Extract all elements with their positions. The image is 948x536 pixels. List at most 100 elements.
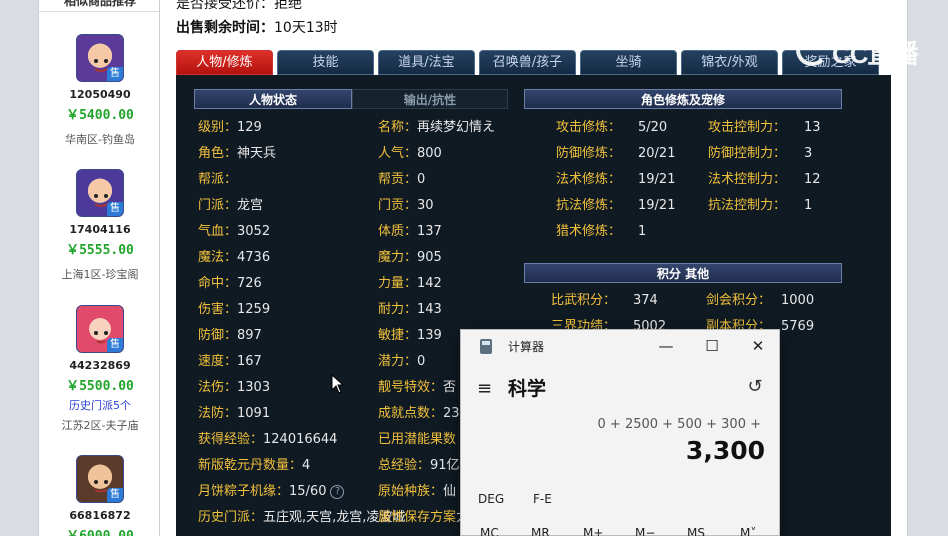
status-14-field: 新版乾元丹数量：4: [198, 457, 310, 475]
memory-recall-button[interactable]: MR: [531, 526, 550, 536]
help-icon[interactable]: ?: [330, 484, 345, 499]
memory-subtract-button[interactable]: M−: [635, 526, 655, 536]
calculator-window[interactable]: 计算器 — ☐ ✕ ≡ 科学 ↺ 0 + 2500 + 500 + 300 + …: [460, 329, 780, 536]
control-field: 法术控制力：: [708, 171, 786, 189]
memory-add-button[interactable]: M+: [583, 526, 603, 536]
points-value-2: 5769: [781, 319, 815, 334]
control-field: 攻击控制力：: [708, 119, 786, 137]
attr-3-label: 帮贡：: [378, 172, 418, 187]
seller-card[interactable]: 售 44232869 ￥5500.00 历史门派5个 江苏2区-夫子庙: [39, 305, 159, 433]
cc-live-watermark: CC直播: [796, 32, 920, 69]
points-label-2: 剑会积分：: [706, 293, 772, 308]
avatar[interactable]: 售: [76, 34, 124, 82]
seller-server: 江苏2区-夫子庙: [61, 419, 139, 432]
attr-14-field: 总经验：91亿: [378, 457, 460, 475]
status-9-value: 897: [237, 328, 262, 343]
cultivation-value-text: 20/21: [638, 146, 676, 161]
attr-15-value: 仙: [443, 484, 457, 499]
status-2-field: 角色：神天兵: [198, 145, 276, 163]
memory-store-button[interactable]: MS: [687, 526, 705, 536]
recommend-sidebar: 相似商品推荐 售 12050490 ￥5400.00 华南区-钓鱼岛 售 174…: [38, 0, 160, 536]
status-header[interactable]: 人物状态: [194, 89, 352, 109]
status-2-label: 角色：: [198, 146, 238, 161]
avatar[interactable]: 售: [76, 169, 124, 217]
control-field: 防御控制力：: [708, 145, 786, 163]
counter-offer-line: 是否接受还价：拒绝: [176, 0, 302, 12]
attr-11-value: 否: [443, 380, 457, 395]
attr-10-label: 潜力：: [378, 354, 418, 369]
seller-id: 17404116: [69, 223, 131, 236]
tab-skills[interactable]: 技能: [277, 50, 374, 75]
output-resist-header[interactable]: 输出/抗性: [352, 89, 508, 109]
status-3-label: 帮派：: [198, 172, 238, 187]
tab-character[interactable]: 人物/修炼: [176, 50, 273, 75]
menu-icon[interactable]: ≡: [477, 378, 492, 399]
calculator-title: 计算器: [508, 340, 545, 354]
seller-card[interactable]: 售 12050490 ￥5400.00 华南区-钓鱼岛: [39, 34, 159, 147]
attr-4-label: 门贡：: [378, 198, 418, 213]
attr-8-field: 耐力：143: [378, 301, 442, 319]
attr-7-value: 142: [417, 276, 442, 291]
cultivation-header: 角色修炼及宠修: [524, 89, 842, 109]
calculator-titlebar[interactable]: 计算器 — ☐ ✕: [461, 330, 781, 362]
calculator-mode-row: ≡ 科学 ↺: [461, 370, 781, 406]
maximize-button[interactable]: ☐: [697, 334, 727, 358]
memory-clear-button[interactable]: MC: [480, 526, 499, 536]
status-6-field: 魔法：4736: [198, 249, 270, 267]
cultivation-value: 19/21: [638, 171, 675, 189]
control-value: 12: [804, 171, 821, 189]
status-4-value: 龙宫: [237, 198, 264, 213]
status-14-value: 4: [302, 458, 311, 473]
fe-button[interactable]: F-E: [533, 492, 552, 506]
tab-outfits[interactable]: 锦衣/外观: [681, 50, 778, 75]
close-button[interactable]: ✕: [743, 334, 773, 358]
deg-button[interactable]: DEG: [478, 492, 504, 506]
status-5-label: 气血：: [198, 224, 238, 239]
tab-items[interactable]: 道具/法宝: [378, 50, 475, 75]
control-value: 13: [804, 119, 821, 137]
control-value-text: 12: [804, 172, 821, 187]
attr-8-value: 143: [417, 302, 442, 317]
history-icon[interactable]: ↺: [744, 376, 766, 398]
status-10-field: 速度：167: [198, 353, 262, 371]
cultivation-value-text: 19/21: [638, 172, 676, 187]
seller-server: 华南区-钓鱼岛: [65, 133, 135, 146]
cultivation-label: 猎术修炼：: [556, 224, 622, 239]
status-15-value: 15/60: [289, 484, 327, 499]
seller-card[interactable]: 售 66816872 ￥6000.00: [39, 455, 159, 536]
watermark-text: CC直播: [832, 39, 919, 69]
sold-badge: 售: [107, 67, 123, 81]
attr-3-field: 帮贡：0: [378, 171, 425, 189]
control-label: 抗法控制力：: [708, 198, 787, 213]
points-value: 374: [633, 293, 658, 308]
attr-15-field: 原始种族：仙: [378, 483, 456, 501]
seller-card[interactable]: 售 17404116 ￥5555.00 上海1区-珍宝阁: [39, 169, 159, 282]
attr-2-field: 人气：800: [378, 145, 442, 163]
status-5-field: 气血：3052: [198, 223, 270, 241]
attr-4-field: 门贡：30: [378, 197, 434, 215]
points-value-2-field: 5769: [781, 318, 814, 336]
control-value-text: 3: [804, 146, 813, 161]
attr-6-field: 魔力：905: [378, 249, 442, 267]
status-12-value: 1091: [237, 406, 271, 421]
tab-pets[interactable]: 召唤兽/孩子: [479, 50, 576, 75]
attr-5-field: 体质：137: [378, 223, 442, 241]
attr-14-label: 总经验：: [378, 458, 431, 473]
avatar[interactable]: 售: [76, 455, 124, 503]
remaining-time-value: 10天13时: [274, 20, 338, 36]
tab-mounts[interactable]: 坐骑: [580, 50, 677, 75]
cultivation-label: 防御修炼：: [556, 146, 622, 161]
points-header: 积分 其他: [524, 263, 842, 283]
minimize-button[interactable]: —: [651, 334, 681, 358]
memory-list-button[interactable]: M˅: [740, 526, 756, 536]
attr-2-label: 人气：: [378, 146, 418, 161]
avatar[interactable]: 售: [76, 305, 124, 353]
remaining-time-label: 出售剩余时间：: [176, 20, 274, 36]
attr-6-label: 魔力：: [378, 250, 418, 265]
points-label: 比武积分：: [551, 293, 617, 308]
points-value-field: 374: [633, 292, 658, 310]
seller-id: 12050490: [69, 88, 131, 101]
right-gutter: [907, 0, 948, 536]
attr-12-label: 成就点数：: [378, 406, 444, 421]
attr-13-label: 已用潜能果数: [378, 432, 457, 447]
